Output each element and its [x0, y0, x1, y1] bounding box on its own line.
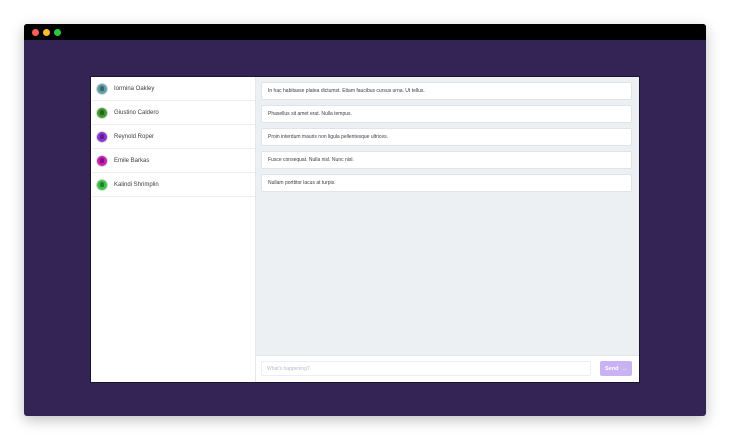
- user-avatar-icon: [97, 155, 107, 166]
- message-list: In hac habitasse platea dictumst. Etiam …: [261, 82, 632, 197]
- message-text: Nullam porttitor lacus at turpis.: [268, 180, 336, 186]
- message-bubble: Proin interdum mauris non ligula pellent…: [261, 128, 632, 146]
- app-window: Iormina Oakley Giustino Caldero Reynold …: [24, 24, 706, 416]
- message-bubble: Phasellus sit amet erat. Nulla tempus.: [261, 105, 632, 123]
- send-button[interactable]: Send →: [600, 361, 632, 376]
- close-window-button[interactable]: [32, 29, 39, 36]
- message-bubble: In hac habitasse platea dictumst. Etiam …: [261, 82, 632, 100]
- maximize-window-button[interactable]: [54, 29, 61, 36]
- chat-app: Iormina Oakley Giustino Caldero Reynold …: [90, 76, 640, 383]
- arrow-right-icon: →: [621, 365, 627, 372]
- window-titlebar: [24, 24, 706, 40]
- contacts-sidebar: Iormina Oakley Giustino Caldero Reynold …: [91, 77, 256, 382]
- send-label: Send: [605, 365, 619, 372]
- message-text: Phasellus sit amet erat. Nulla tempus.: [268, 111, 352, 117]
- minimize-window-button[interactable]: [43, 29, 50, 36]
- user-avatar-icon: [97, 179, 107, 190]
- message-composer: Send →: [256, 355, 639, 382]
- message-text: Proin interdum mauris non ligula pellent…: [268, 134, 389, 140]
- contact-item[interactable]: Iormina Oakley: [91, 77, 255, 101]
- contact-item[interactable]: Giustino Caldero: [91, 101, 255, 125]
- user-avatar-icon: [97, 83, 107, 94]
- user-avatar-icon: [97, 107, 107, 118]
- contact-name: Giustino Caldero: [114, 109, 159, 116]
- contact-name: Reynold Roper: [114, 133, 155, 140]
- message-bubble: Fusce consequat. Nulla nisl. Nunc nisl.: [261, 151, 632, 169]
- contact-name: Iormina Oakley: [114, 85, 155, 92]
- message-text: Fusce consequat. Nulla nisl. Nunc nisl.: [268, 157, 354, 163]
- contact-name: Emile Barkas: [114, 157, 150, 164]
- contact-item[interactable]: Reynold Roper: [91, 125, 255, 149]
- user-avatar-icon: [97, 131, 107, 142]
- contact-name: Kalindi Shrimplin: [114, 181, 159, 188]
- message-input[interactable]: [261, 361, 591, 376]
- chat-panel: In hac habitasse platea dictumst. Etiam …: [256, 77, 639, 382]
- contact-item[interactable]: Emile Barkas: [91, 149, 255, 173]
- contact-item[interactable]: Kalindi Shrimplin: [91, 173, 255, 197]
- message-bubble: Nullam porttitor lacus at turpis.: [261, 174, 632, 192]
- message-text: In hac habitasse platea dictumst. Etiam …: [268, 88, 425, 94]
